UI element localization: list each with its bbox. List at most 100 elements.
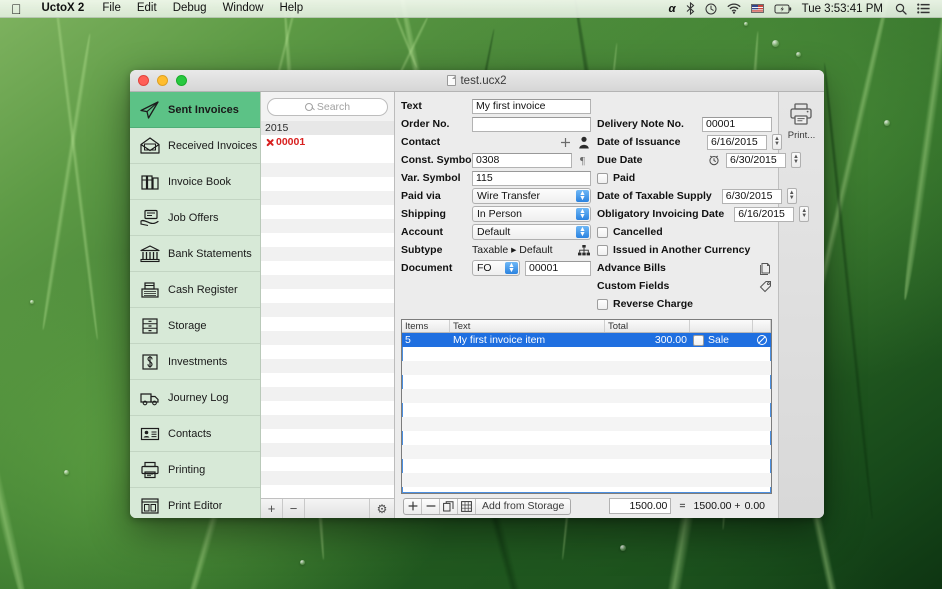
hierarchy-icon[interactable] xyxy=(577,243,591,257)
document-type-select[interactable]: FO ▲▼ xyxy=(472,260,520,276)
search-placeholder: Search xyxy=(317,101,350,113)
shipping-select[interactable]: In Person ▲▼ xyxy=(472,206,591,222)
document-number-input[interactable]: 00001 xyxy=(525,261,591,276)
time-machine-icon[interactable] xyxy=(700,0,722,17)
sidebar-item-label: Contacts xyxy=(168,428,211,440)
sidebar-item-sent-invoices[interactable]: Sent Invoices xyxy=(130,92,260,128)
sidebar-item-investments[interactable]: Investments xyxy=(130,344,260,380)
sidebar-item-invoice-book[interactable]: Invoice Book xyxy=(130,164,260,200)
items-table-header: Items Text Total xyxy=(402,320,771,333)
menu-bar-clock[interactable]: Tue 3:53:41 PM xyxy=(797,0,890,17)
column-header-extra-1[interactable] xyxy=(690,320,753,332)
remove-item-button[interactable] xyxy=(422,499,440,514)
pilcrow-icon[interactable]: ¶ xyxy=(577,153,591,167)
const-symbol-input[interactable]: 0308 xyxy=(472,153,572,168)
column-header-total[interactable]: Total xyxy=(605,320,690,332)
items-table-body: 5 My first invoice item 300.00 Sale xyxy=(402,333,771,493)
documents-icon[interactable] xyxy=(758,261,772,275)
list-row-empty xyxy=(261,261,394,275)
cell-sale: Sale xyxy=(690,333,753,347)
invoice-items-table[interactable]: Items Text Total 5 My first invoice item… xyxy=(401,319,772,494)
apple-icon[interactable]:  xyxy=(0,0,32,17)
list-item[interactable]: 00001 xyxy=(261,135,394,149)
add-invoice-button[interactable]: + xyxy=(261,499,283,518)
table-row-empty xyxy=(402,347,771,361)
battery-charging-icon[interactable] xyxy=(769,0,797,17)
window-title-bar[interactable]: test.ucx2 xyxy=(130,70,824,92)
sidebar-item-received-invoices[interactable]: Received Invoices xyxy=(130,128,260,164)
due-date-input[interactable]: 6/30/2015 xyxy=(726,153,786,168)
menu-item-file[interactable]: File xyxy=(94,0,129,17)
sidebar-item-label: Investments xyxy=(168,356,227,368)
add-item-button[interactable] xyxy=(404,499,422,514)
alarm-clock-icon[interactable] xyxy=(707,153,721,167)
sidebar-item-printing[interactable]: Printing xyxy=(130,452,260,488)
delivery-note-input[interactable]: 00001 xyxy=(702,117,772,132)
field-row-reverse-charge: Reverse Charge xyxy=(597,296,772,313)
no-entry-icon[interactable] xyxy=(757,335,767,345)
obligatory-input[interactable]: 6/16/2015 xyxy=(734,207,794,222)
table-row[interactable]: 5 My first invoice item 300.00 Sale xyxy=(402,333,771,347)
list-group-header: 2015 xyxy=(261,121,394,135)
menu-item-app[interactable]: UctoX 2 xyxy=(32,0,95,17)
print-button[interactable]: Print... xyxy=(788,102,815,141)
grid-icon[interactable] xyxy=(458,499,476,514)
field-row-advance-bills: Advance Bills xyxy=(597,260,772,277)
delivery-note-label: Delivery Note No. xyxy=(597,118,697,130)
bluetooth-icon[interactable] xyxy=(681,0,700,17)
obligatory-stepper[interactable]: ▲▼ xyxy=(799,206,809,222)
duplicate-item-button[interactable] xyxy=(440,499,458,514)
sidebar-item-print-editor[interactable]: Print Editor xyxy=(130,488,260,518)
invoice-list-panel: Search 2015 00001 xyxy=(261,92,395,518)
account-select[interactable]: Default ▲▼ xyxy=(472,224,591,240)
another-currency-checkbox[interactable] xyxy=(597,245,608,256)
wifi-icon[interactable] xyxy=(722,0,746,17)
editable-total-input[interactable]: 1500.00 xyxy=(609,498,671,514)
gear-icon[interactable]: ⚙ xyxy=(370,499,394,518)
paid-checkbox[interactable] xyxy=(597,173,608,184)
paid-via-value: Wire Transfer xyxy=(477,190,540,202)
sale-checkbox[interactable] xyxy=(693,335,704,346)
plus-icon[interactable] xyxy=(558,135,572,149)
document-icon xyxy=(447,75,456,86)
search-input[interactable]: Search xyxy=(267,98,388,116)
paid-via-select[interactable]: Wire Transfer ▲▼ xyxy=(472,188,591,204)
list-row-empty xyxy=(261,177,394,191)
column-header-extra-2[interactable] xyxy=(753,320,771,332)
menu-item-debug[interactable]: Debug xyxy=(165,0,215,17)
sidebar-item-storage[interactable]: Storage xyxy=(130,308,260,344)
column-header-text[interactable]: Text xyxy=(450,320,605,332)
due-date-stepper[interactable]: ▲▼ xyxy=(791,152,801,168)
cell-text: My first invoice item xyxy=(450,333,605,347)
column-header-items[interactable]: Items xyxy=(402,320,450,332)
sidebar-item-bank-statements[interactable]: Bank Statements xyxy=(130,236,260,272)
taxable-supply-stepper[interactable]: ▲▼ xyxy=(787,188,797,204)
reverse-charge-checkbox[interactable] xyxy=(597,299,608,310)
var-symbol-input[interactable]: 115 xyxy=(472,171,591,186)
sidebar-item-cash-register[interactable]: Cash Register xyxy=(130,272,260,308)
date-issuance-input[interactable]: 6/16/2015 xyxy=(707,135,767,150)
sidebar-item-contacts[interactable]: Contacts xyxy=(130,416,260,452)
add-from-storage-button[interactable]: Add from Storage xyxy=(476,499,570,514)
menu-item-window[interactable]: Window xyxy=(215,0,272,17)
sidebar-item-job-offers[interactable]: Job Offers xyxy=(130,200,260,236)
person-icon[interactable] xyxy=(577,135,591,149)
alpha-icon[interactable]: α xyxy=(663,0,680,17)
paid-label: Paid xyxy=(613,172,635,184)
form-right-column: Delivery Note No. 00001 Date of Issuance… xyxy=(597,98,772,314)
date-issuance-stepper[interactable]: ▲▼ xyxy=(772,134,782,150)
text-input[interactable]: My first invoice xyxy=(472,99,591,114)
menu-item-edit[interactable]: Edit xyxy=(129,0,165,17)
text-label: Text xyxy=(401,100,467,112)
tag-icon[interactable] xyxy=(758,279,772,293)
spotlight-search-icon[interactable] xyxy=(890,0,912,17)
taxable-supply-input[interactable]: 6/30/2015 xyxy=(722,189,782,204)
sidebar-item-journey-log[interactable]: Journey Log xyxy=(130,380,260,416)
order-no-input[interactable] xyxy=(472,117,591,132)
remove-invoice-button[interactable]: − xyxy=(283,499,305,518)
notification-center-icon[interactable] xyxy=(912,0,935,17)
us-flag-icon[interactable] xyxy=(746,0,769,17)
obligatory-label: Obligatory Invoicing Date xyxy=(597,208,724,220)
cancelled-checkbox[interactable] xyxy=(597,227,608,238)
menu-item-help[interactable]: Help xyxy=(271,0,311,17)
